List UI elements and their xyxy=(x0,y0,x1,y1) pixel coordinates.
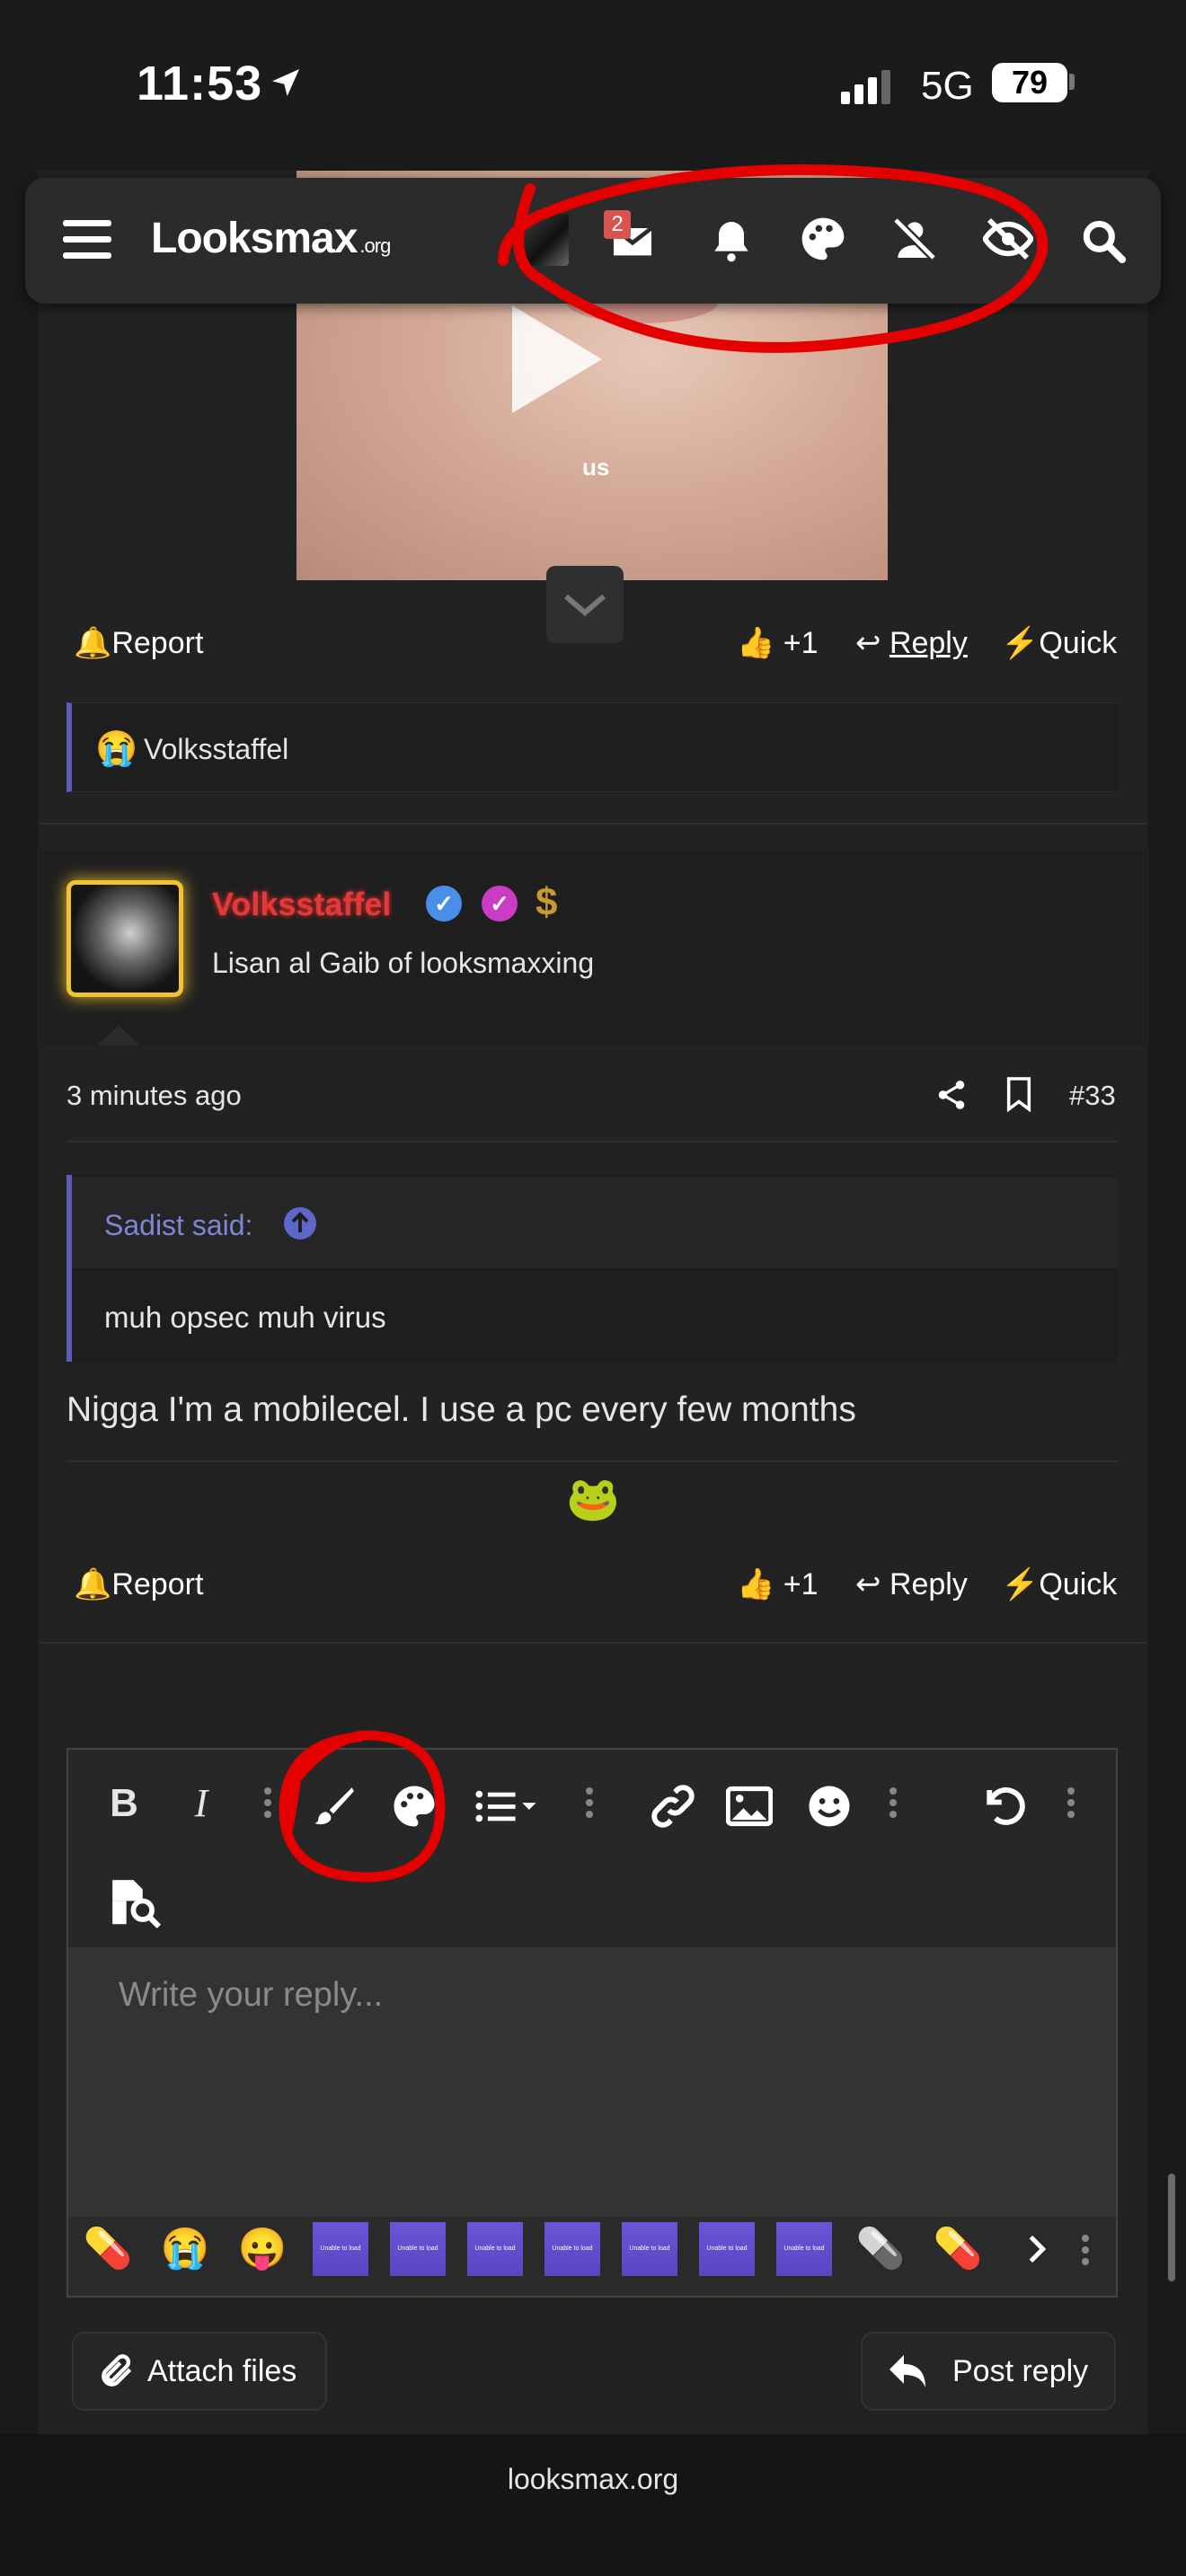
more-options-icon[interactable] xyxy=(586,1787,593,1823)
bell-icon[interactable] xyxy=(706,216,757,266)
reply-placeholder: Write your reply... xyxy=(119,1976,384,2014)
url-domain[interactable]: looksmax.org xyxy=(0,2463,1186,2496)
post-body: Nigga I'm a mobilecel. I use a pc every … xyxy=(66,1390,856,1429)
more-options-icon[interactable] xyxy=(1067,1787,1075,1823)
palette-icon[interactable] xyxy=(390,1782,438,1831)
quote-author[interactable]: Sadist said: xyxy=(104,1209,252,1242)
user-slash-icon[interactable] xyxy=(890,214,940,264)
smilie-thumbnail[interactable]: Unable to load xyxy=(313,2222,368,2276)
smilie-thumbnail[interactable]: Unable to load xyxy=(467,2222,523,2276)
avatar-pointer xyxy=(97,1026,140,1045)
divider xyxy=(66,1141,1118,1142)
location-arrow-icon xyxy=(272,69,299,96)
signature-divider xyxy=(66,1460,1118,1462)
smiley-icon[interactable] xyxy=(805,1782,854,1831)
site-logo[interactable]: Looksmax .org xyxy=(151,214,391,263)
signal-icon xyxy=(841,70,890,104)
post-number[interactable]: #33 xyxy=(1069,1080,1116,1112)
video-caption: us xyxy=(582,454,610,481)
bold-icon[interactable]: B xyxy=(97,1777,151,1831)
menu-icon[interactable] xyxy=(63,220,111,260)
smilie-thumbnail[interactable]: Unable to load xyxy=(622,2222,677,2276)
avatar[interactable] xyxy=(66,880,183,997)
smilie-pill[interactable]: 💊 xyxy=(931,2222,985,2276)
signature-emoji: 🐸 xyxy=(566,1476,620,1523)
divider xyxy=(40,823,1146,825)
link-icon[interactable] xyxy=(649,1782,697,1831)
user-avatar-nav[interactable] xyxy=(517,214,569,266)
eye-slash-icon[interactable] xyxy=(983,214,1033,264)
browser-footer xyxy=(0,2434,1186,2576)
check-badge-icon: ✓ xyxy=(482,886,518,922)
italic-icon[interactable]: I xyxy=(174,1777,228,1831)
smilie-tongue[interactable]: 😛 xyxy=(235,2222,289,2276)
smilie-thumbnail[interactable]: Unable to load xyxy=(390,2222,446,2276)
user-title: Lisan al Gaib of looksmaxxing xyxy=(212,947,595,979)
post-timestamp[interactable]: 3 minutes ago xyxy=(66,1080,242,1112)
share-icon[interactable] xyxy=(934,1078,969,1112)
paperclip-icon xyxy=(102,2354,132,2386)
more-options-icon[interactable] xyxy=(890,1787,897,1823)
dollar-badge-icon: $ xyxy=(535,880,558,924)
like-button[interactable]: 👍 +1 xyxy=(737,625,819,661)
quick-reply-button[interactable]: ⚡Quick xyxy=(1001,1566,1117,1602)
arrow-up-circle-icon[interactable] xyxy=(284,1207,316,1239)
expand-chevron-button[interactable] xyxy=(546,566,624,643)
quick-reply-button[interactable]: ⚡Quick xyxy=(1001,625,1117,661)
post-reply-button[interactable]: Post reply xyxy=(861,2332,1116,2411)
play-icon[interactable] xyxy=(512,305,602,413)
search-icon[interactable] xyxy=(1078,216,1128,266)
reaction-emoji: 😭 xyxy=(95,730,138,768)
post-username[interactable]: Volksstaffel xyxy=(212,886,391,923)
brush-icon[interactable] xyxy=(313,1784,358,1829)
undo-icon[interactable] xyxy=(979,1782,1028,1831)
more-options-icon[interactable] xyxy=(264,1787,271,1823)
inbox-badge: 2 xyxy=(604,210,631,239)
attach-files-button[interactable]: Attach files xyxy=(72,2332,327,2411)
smilie-thumbnail[interactable]: Unable to load xyxy=(544,2222,600,2276)
like-button[interactable]: 👍 +1 xyxy=(737,1566,819,1602)
status-time: 11:53 xyxy=(137,57,263,110)
network-type: 5G xyxy=(921,64,974,108)
more-options-icon[interactable] xyxy=(1082,2235,1089,2271)
smilie-black-pill[interactable]: 💊 xyxy=(854,2222,907,2276)
scrollbar[interactable] xyxy=(1168,2174,1175,2281)
verified-badge-icon: ✓ xyxy=(426,886,462,922)
preview-icon[interactable] xyxy=(108,1877,164,1929)
palette-icon[interactable] xyxy=(798,214,848,264)
divider xyxy=(40,1642,1146,1644)
reply-arrow-icon xyxy=(890,2355,925,2387)
attach-files-label: Attach files xyxy=(147,2354,297,2388)
list-dropdown-icon[interactable] xyxy=(473,1786,541,1827)
report-button[interactable]: 🔔Report xyxy=(74,625,203,661)
battery-indicator: 79 xyxy=(992,63,1067,102)
bookmark-icon[interactable] xyxy=(1004,1076,1034,1112)
battery-nub xyxy=(1069,74,1075,90)
quote-text: muh opsec muh virus xyxy=(104,1301,386,1334)
chevron-right-icon[interactable] xyxy=(1019,2231,1055,2267)
post-reply-label: Post reply xyxy=(952,2354,1089,2388)
smilie-crying[interactable]: 😭 xyxy=(158,2222,212,2276)
smilie-thumbnail[interactable]: Unable to load xyxy=(776,2222,832,2276)
reply-button[interactable]: ↩ Reply xyxy=(855,1566,968,1602)
smilie-thumbnail[interactable]: Unable to load xyxy=(699,2222,755,2276)
reply-button[interactable]: ↩ Reply xyxy=(855,625,968,661)
reaction-user[interactable]: Volksstaffel xyxy=(144,733,288,766)
smilie-pill[interactable]: 💊 xyxy=(81,2222,135,2276)
image-icon[interactable] xyxy=(726,1784,773,1829)
report-button[interactable]: 🔔Report xyxy=(74,1566,203,1602)
